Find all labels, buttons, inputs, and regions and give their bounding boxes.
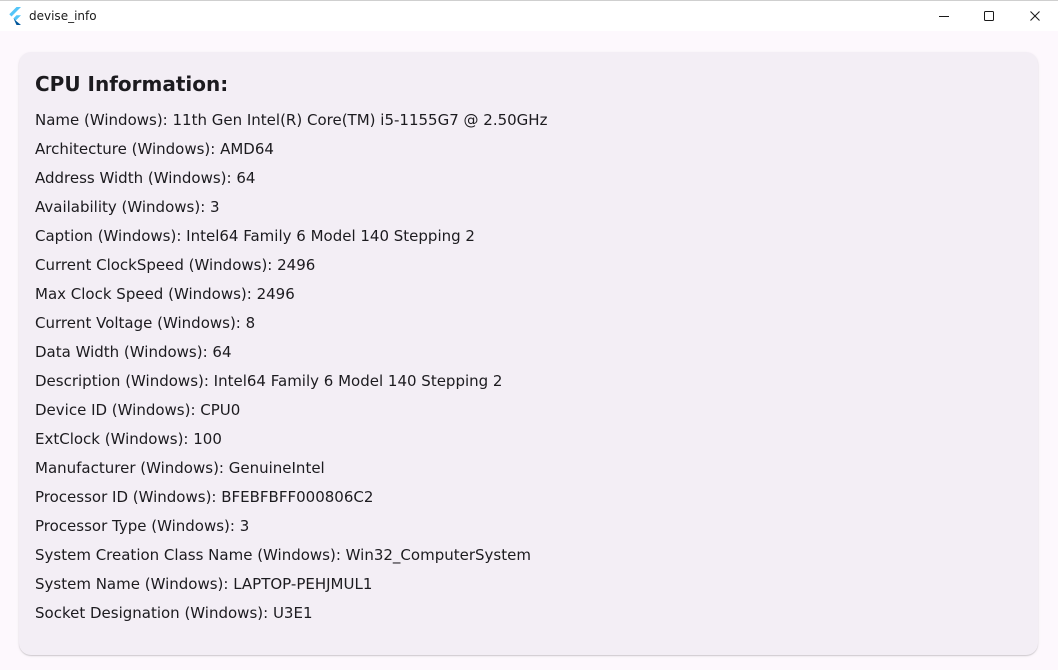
card-title: CPU Information: [35, 72, 229, 96]
address-width-row: Address Width (Windows): 64 [35, 169, 256, 187]
maximize-icon [983, 7, 995, 26]
availability-row: Availability (Windows): 3 [35, 198, 220, 216]
max-clock-speed-row: Max Clock Speed (Windows): 2496 [35, 285, 295, 303]
processor-type-row: Processor Type (Windows): 3 [35, 517, 250, 535]
flutter-logo-icon [7, 7, 23, 25]
current-clock-speed-row: Current ClockSpeed (Windows): 2496 [35, 256, 316, 274]
architecture-row: Architecture (Windows): AMD64 [35, 140, 274, 158]
minimize-icon [938, 7, 950, 26]
close-button[interactable] [1012, 1, 1058, 31]
minimize-button[interactable] [921, 1, 967, 31]
close-icon [1029, 7, 1041, 26]
caption-row: Caption (Windows): Intel64 Family 6 Mode… [35, 227, 475, 245]
app-window: devise_info CPU Information: Name (Windo… [0, 0, 1058, 670]
description-row: Description (Windows): Intel64 Family 6 … [35, 372, 503, 390]
socket-designation-row: Socket Designation (Windows): U3E1 [35, 604, 313, 622]
cpu-info-list: Name (Windows): 11th Gen Intel(R) Core(T… [35, 109, 547, 631]
window-title: devise_info [29, 9, 97, 23]
cpu-name-row: Name (Windows): 11th Gen Intel(R) Core(T… [35, 111, 548, 129]
cpu-info-card: CPU Information: Name (Windows): 11th Ge… [19, 52, 1038, 655]
maximize-button[interactable] [966, 1, 1012, 31]
processor-id-row: Processor ID (Windows): BFEBFBFF000806C2 [35, 488, 374, 506]
system-name-row: System Name (Windows): LAPTOP-PEHJMUL1 [35, 575, 373, 593]
current-voltage-row: Current Voltage (Windows): 8 [35, 314, 256, 332]
manufacturer-row: Manufacturer (Windows): GenuineIntel [35, 459, 325, 477]
device-id-row: Device ID (Windows): CPU0 [35, 401, 241, 419]
data-width-row: Data Width (Windows): 64 [35, 343, 232, 361]
ext-clock-row: ExtClock (Windows): 100 [35, 430, 222, 448]
system-creation-class-name-row: System Creation Class Name (Windows): Wi… [35, 546, 531, 564]
title-bar[interactable]: devise_info [0, 1, 1058, 31]
